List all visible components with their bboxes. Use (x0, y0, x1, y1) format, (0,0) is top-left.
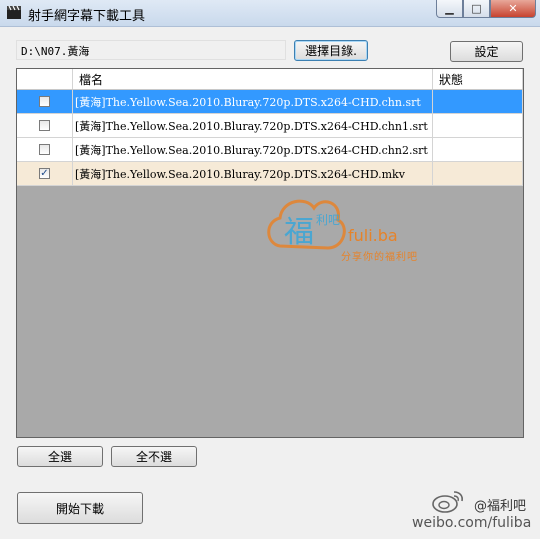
window-controls: ▁ □ ✕ (436, 0, 536, 19)
row-checkbox[interactable] (39, 120, 50, 131)
row-status (433, 162, 523, 185)
row-filename: [黃海]The.Yellow.Sea.2010.Bluray.720p.DTS.… (73, 162, 433, 185)
watermark-site: fuli.ba (348, 226, 398, 245)
row-check-cell (17, 90, 73, 113)
clapperboard-icon (7, 5, 21, 19)
weibo-url: weibo.com/fuliba (412, 515, 532, 531)
logo-main-glyph: 福 (284, 215, 314, 250)
minimize-icon: ▁ (445, 2, 454, 15)
start-download-label: 開始下載 (55, 501, 104, 516)
row-checkbox[interactable] (39, 96, 50, 107)
start-download-button[interactable]: 開始下載 (17, 492, 143, 524)
logo-side-glyph: 利吧 (316, 213, 340, 227)
minimize-button[interactable]: ▁ (436, 0, 463, 18)
header-filename[interactable]: 檔名 (73, 69, 433, 89)
window-title: 射手網字幕下載工具 (28, 9, 146, 24)
row-check-cell (17, 114, 73, 137)
select-none-button[interactable]: 全不選 (111, 446, 197, 467)
watermark-tagline: 分享你的福利吧 (341, 252, 418, 263)
table-row[interactable]: [黃海]The.Yellow.Sea.2010.Bluray.720p.DTS.… (17, 90, 523, 114)
close-icon: ✕ (508, 2, 518, 15)
row-status (433, 138, 523, 161)
table-row[interactable]: [黃海]The.Yellow.Sea.2010.Bluray.720p.DTS.… (17, 138, 523, 162)
app-window: 射手網字幕下載工具 ▁ □ ✕ D:\N07.黃海 選擇目錄. 設定 檔名 狀態… (0, 0, 540, 539)
row-status (433, 90, 523, 113)
weibo-icon (432, 491, 463, 513)
row-check-cell (17, 138, 73, 161)
directory-path-field[interactable]: D:\N07.黃海 (16, 40, 286, 60)
row-filename: [黃海]The.Yellow.Sea.2010.Bluray.720p.DTS.… (73, 138, 433, 161)
maximize-button[interactable]: □ (463, 0, 490, 18)
table-row[interactable]: [黃海]The.Yellow.Sea.2010.Bluray.720p.DTS.… (17, 114, 523, 138)
header-check-column[interactable] (17, 69, 73, 89)
choose-directory-button[interactable]: 選擇目錄. (294, 40, 368, 61)
weibo-handle: @福利吧 (474, 499, 527, 514)
title-bar[interactable]: 射手網字幕下載工具 ▁ □ ✕ (0, 0, 540, 27)
row-filename: [黃海]The.Yellow.Sea.2010.Bluray.720p.DTS.… (73, 90, 433, 113)
row-filename: [黃海]The.Yellow.Sea.2010.Bluray.720p.DTS.… (73, 114, 433, 137)
settings-button[interactable]: 設定 (450, 41, 523, 62)
header-status[interactable]: 狀態 (433, 69, 523, 89)
close-button[interactable]: ✕ (490, 0, 536, 18)
row-check-cell: ✓ (17, 162, 73, 185)
grid-header: 檔名 狀態 (17, 69, 523, 90)
row-checkbox[interactable] (39, 144, 50, 155)
select-none-label: 全不選 (135, 450, 172, 464)
select-all-button[interactable]: 全選 (17, 446, 103, 467)
row-status (433, 114, 523, 137)
settings-label: 設定 (474, 45, 499, 59)
choose-directory-label: 選擇目錄. (305, 44, 357, 58)
row-checkbox[interactable]: ✓ (39, 168, 50, 179)
select-all-label: 全選 (47, 450, 72, 464)
table-row[interactable]: ✓ [黃海]The.Yellow.Sea.2010.Bluray.720p.DT… (17, 162, 523, 186)
maximize-icon: □ (471, 2, 482, 15)
